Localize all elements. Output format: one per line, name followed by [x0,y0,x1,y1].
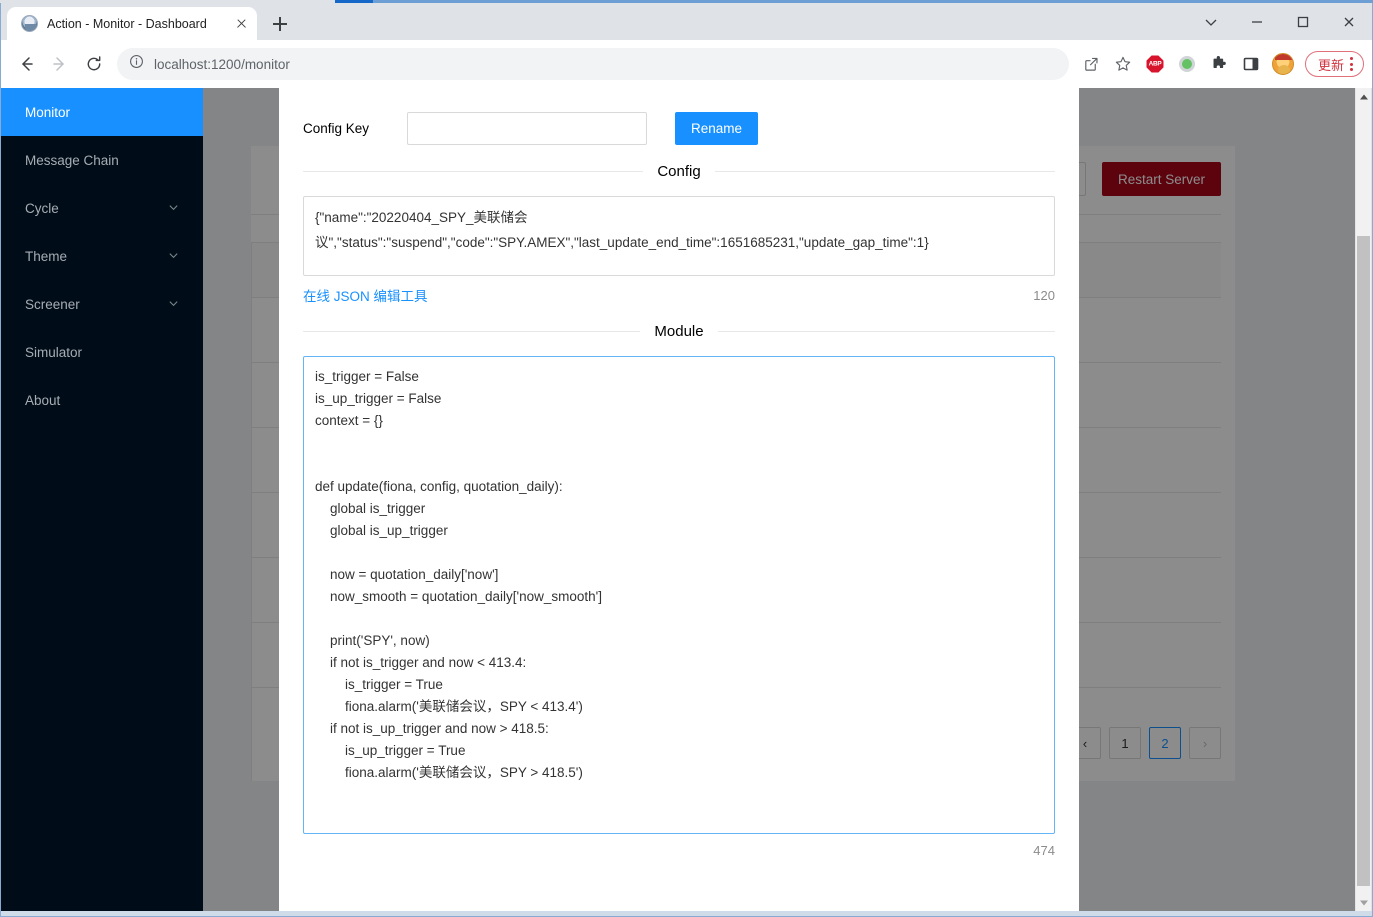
minimize-icon[interactable] [1234,3,1280,40]
new-tab-icon[interactable] [267,12,293,36]
update-button[interactable]: 更新 [1304,51,1364,77]
sidebar-item-label: Theme [25,248,68,264]
update-button-label: 更新 [1317,57,1344,73]
window-controls [1188,3,1372,40]
module-section-title: Module [303,323,1055,340]
browser-window: Action - Monitor - Dashboard localhost:1… [0,0,1373,917]
config-key-input[interactable] [407,112,647,145]
tab-title: Action - Monitor - Dashboard [47,16,207,31]
web-page: Monitor Message Chain Cycle Theme Screen… [1,88,1355,911]
sidebar-item-label: About [25,392,61,408]
site-info-icon[interactable] [129,54,144,74]
config-char-count: 120 [1033,287,1055,303]
address-bar[interactable]: localhost:1200/monitor [117,48,1069,80]
chevron-down-icon [168,249,179,264]
chevron-down-icon [168,297,179,312]
module-textarea[interactable] [303,356,1055,834]
config-edit-modal: Config Key Rename Config 在线 JSON 编辑工具 12… [279,88,1079,911]
maximize-icon[interactable] [1280,3,1326,40]
avatar-glyph [1271,53,1294,75]
sidebar-item-label: Monitor [25,104,71,120]
sidebar-item-label: Simulator [25,344,83,360]
sidebar: Monitor Message Chain Cycle Theme Screen… [1,88,203,911]
page-scrollbar[interactable] [1355,88,1371,911]
sidebar-item-about[interactable]: About [1,376,203,424]
sidebar-item-label: Cycle [25,200,59,216]
kebab-menu-icon[interactable] [1350,57,1353,71]
back-arrow-icon[interactable] [9,47,43,81]
config-key-row: Config Key Rename [303,112,1055,145]
rename-button[interactable]: Rename [675,112,759,145]
forward-arrow-icon[interactable] [43,47,77,81]
scrollbar-thumb[interactable] [1357,236,1370,886]
sidebar-item-monitor[interactable]: Monitor [1,88,203,136]
module-meta-row: 474 [303,843,1055,858]
green-dot-extension-icon[interactable] [1173,50,1201,78]
scroll-down-arrow-icon[interactable] [1356,894,1371,911]
puzzle-extensions-icon[interactable] [1205,50,1233,78]
module-section-title-label: Module [654,323,704,340]
sidebar-item-label: Message Chain [25,152,119,168]
star-icon[interactable] [1109,50,1137,78]
share-icon[interactable] [1077,50,1105,78]
config-section-title: Config [303,163,1055,180]
sidebar-item-theme[interactable]: Theme [1,232,203,280]
close-icon[interactable] [1326,3,1372,40]
config-key-label: Config Key [303,121,370,136]
sidebar-item-screener[interactable]: Screener [1,280,203,328]
sidebar-item-cycle[interactable]: Cycle [1,184,203,232]
browser-tab[interactable]: Action - Monitor - Dashboard [7,7,257,40]
config-section-title-label: Config [657,163,701,180]
tab-close-icon[interactable] [231,14,251,34]
window-bottom-border [1,911,1372,916]
modal-body: Config Key Rename Config 在线 JSON 编辑工具 12… [279,88,1079,858]
browser-toolbar: localhost:1200/monitor ABP 更新 [1,40,1372,88]
adblock-plus-icon[interactable]: ABP [1141,50,1169,78]
reload-icon[interactable] [77,47,111,81]
config-meta-row: 在线 JSON 编辑工具 120 [303,285,1055,305]
module-char-count: 474 [1033,843,1055,858]
tab-favicon-icon [21,15,38,32]
chrome-window-frame: Action - Monitor - Dashboard localhost:1… [0,3,1373,917]
sidebar-item-message-chain[interactable]: Message Chain [1,136,203,184]
adblock-badge-label: ABP [1146,55,1164,73]
sidebar-item-simulator[interactable]: Simulator [1,328,203,376]
address-bar-url: localhost:1200/monitor [154,56,290,72]
side-panel-icon[interactable] [1237,50,1265,78]
green-dot-glyph [1178,56,1195,72]
json-editor-link[interactable]: 在线 JSON 编辑工具 [303,285,428,305]
tab-search-chevron-down-icon[interactable] [1188,3,1234,40]
scroll-up-arrow-icon[interactable] [1356,88,1371,105]
tab-strip: Action - Monitor - Dashboard [1,3,1372,40]
sidebar-item-label: Screener [25,296,80,312]
config-textarea[interactable] [303,196,1055,276]
chevron-down-icon [168,201,179,216]
profile-avatar[interactable] [1269,50,1297,78]
toolbar-icons: ABP 更新 [1077,50,1364,78]
